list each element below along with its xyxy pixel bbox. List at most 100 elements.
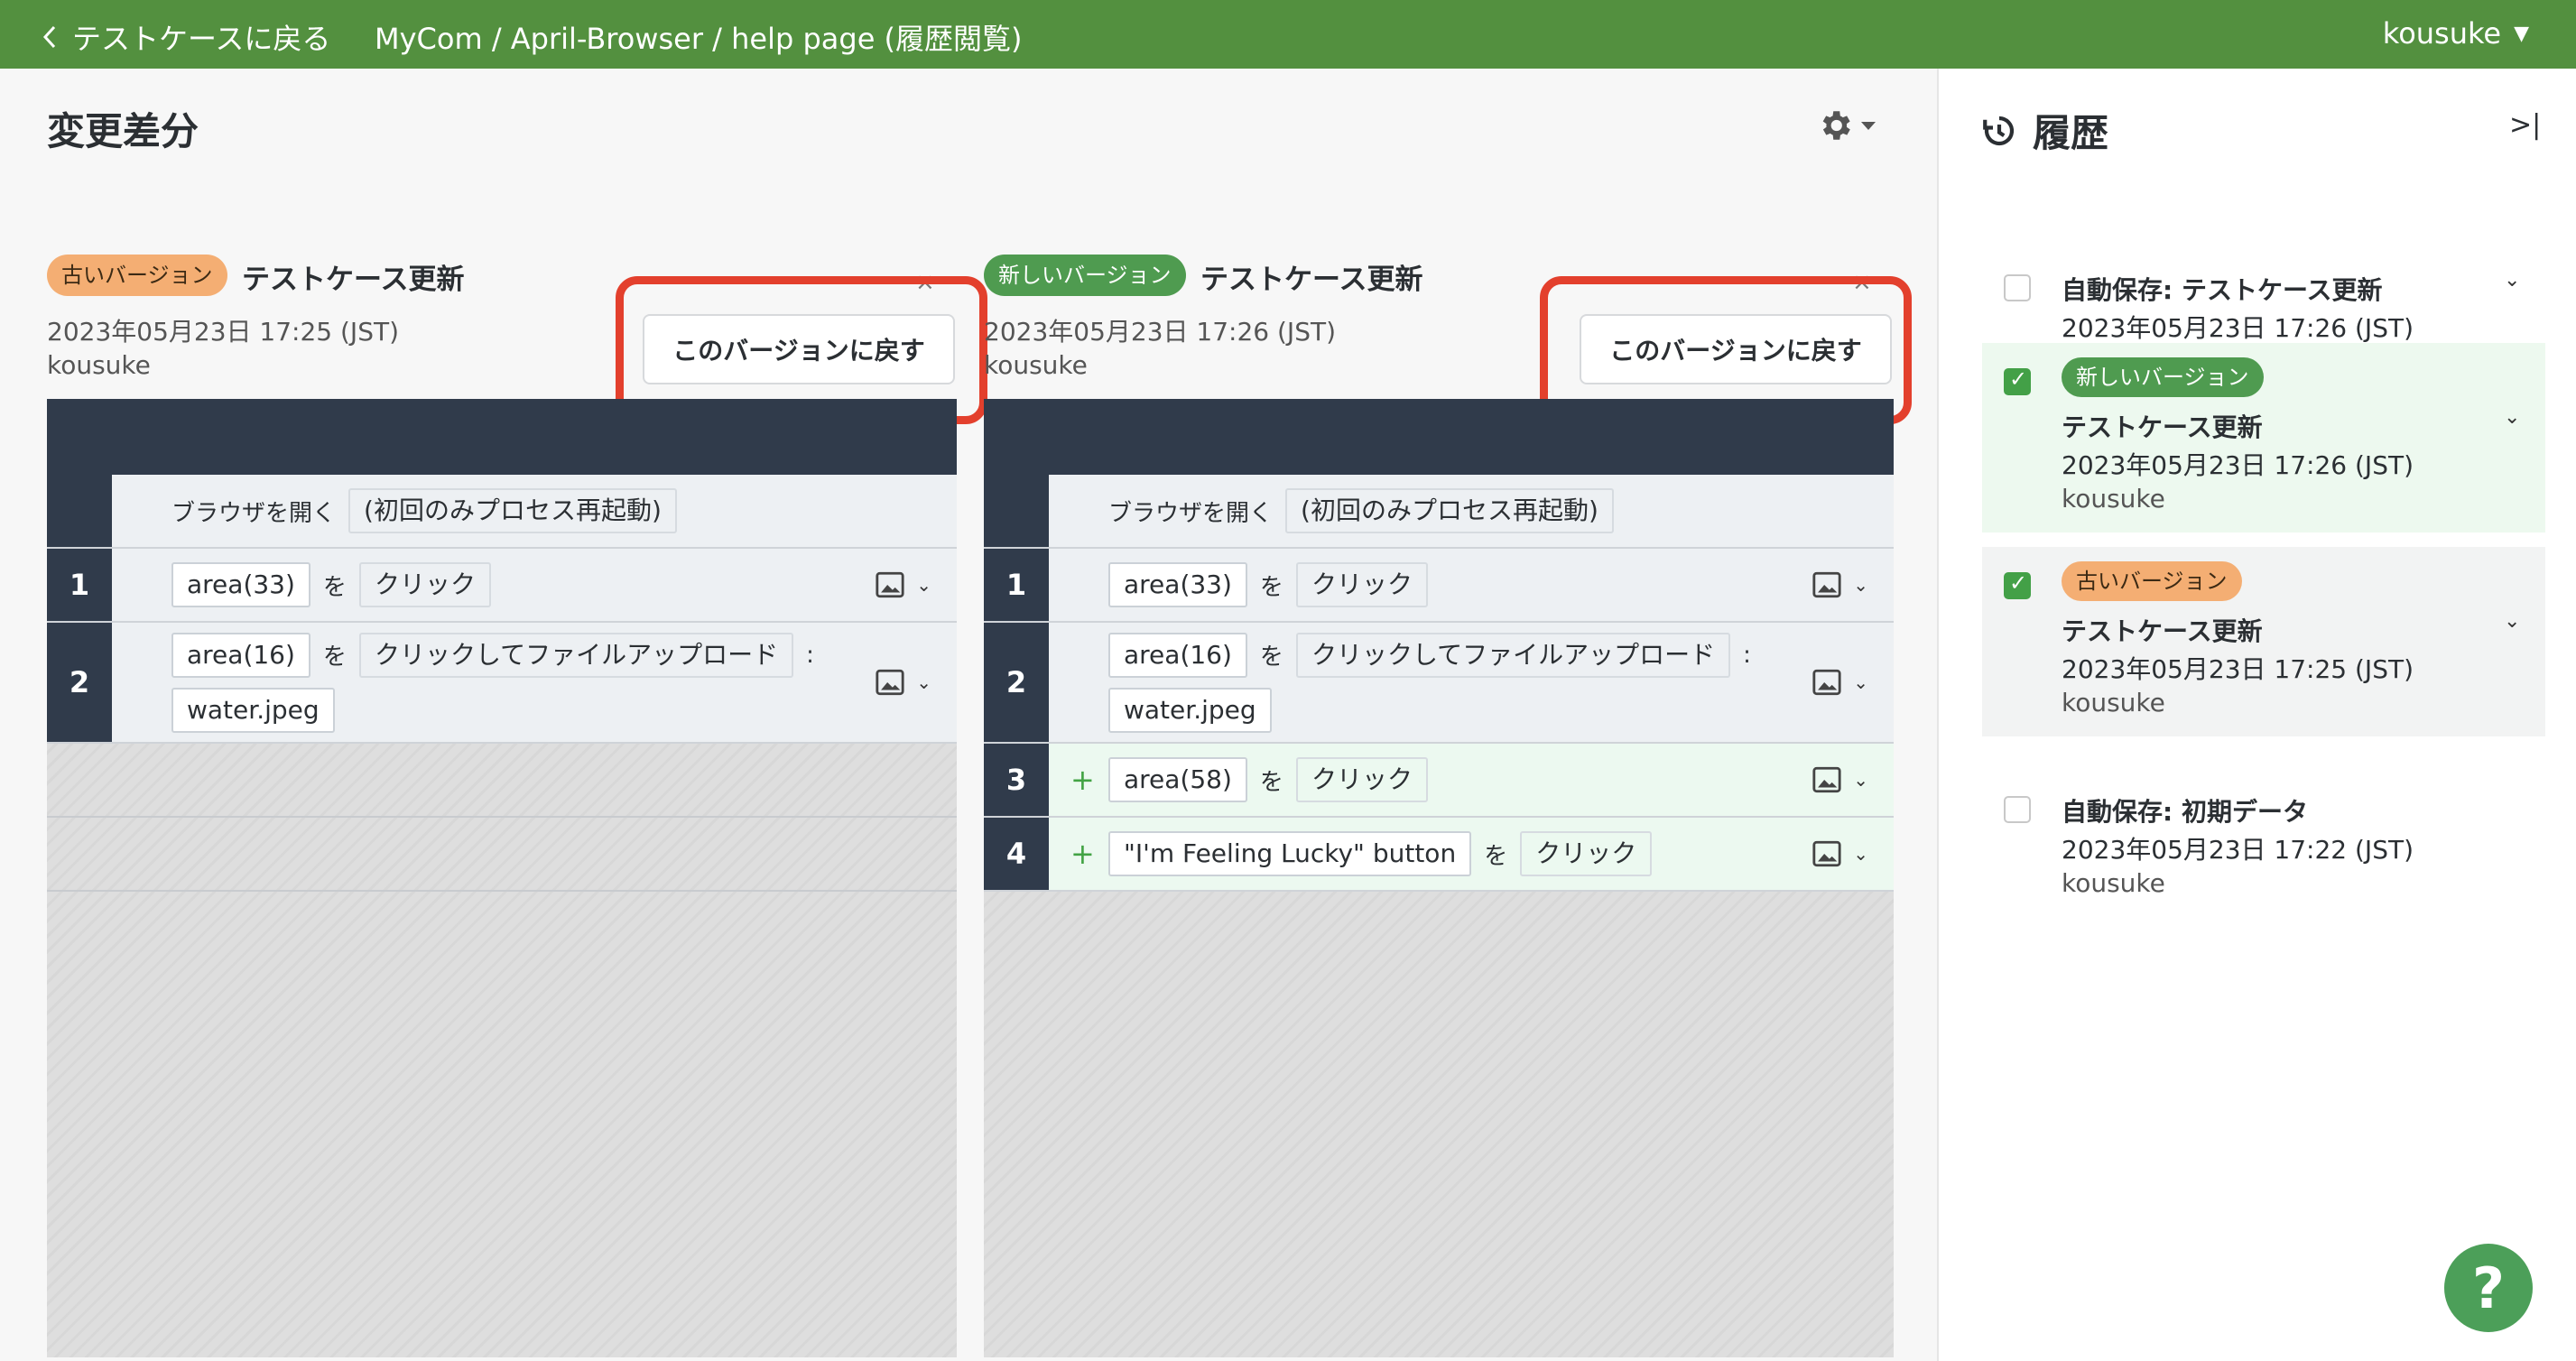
particle: を <box>1259 768 1283 796</box>
history-checkbox[interactable] <box>2004 570 2031 599</box>
settings-menu[interactable] <box>1816 106 1876 144</box>
plus-icon: + <box>1070 837 1095 871</box>
target-chip: area(16) <box>171 632 310 678</box>
table-row: 1 area(33) を クリック ⌄ <box>984 549 1894 623</box>
back-to-testcase-link[interactable]: テストケースに戻る <box>40 16 330 58</box>
topbar: テストケースに戻る MyCom / April-Browser / help p… <box>0 0 2576 69</box>
history-label: 履歴 <box>2033 111 2109 155</box>
step-param: (初回のみプロセス再起動) <box>1285 488 1614 533</box>
history-sidebar: 履歴 >| 自動保存: テストケース更新 2023年05月23日 17:26 (… <box>1937 69 2576 1361</box>
table-header <box>984 399 1894 475</box>
diff-main: 変更差分 古いバージョン テストケース更新 2023年05月23日 17:25 … <box>0 69 1937 1361</box>
history-date: 2023年05月23日 17:22 (JST) <box>2062 835 2414 865</box>
old-version-badge: 古いバージョン <box>47 255 227 296</box>
image-icon[interactable] <box>875 667 905 698</box>
chevron-down-icon[interactable]: ⌄ <box>916 671 931 693</box>
table-row: 1 area(33) を クリック ⌄ <box>47 549 957 623</box>
collapse-sidebar-icon[interactable]: >| <box>2509 109 2541 141</box>
close-icon[interactable]: × <box>1852 269 1872 296</box>
new-version-badge: 新しいバージョン <box>2062 357 2264 397</box>
particle: を <box>1259 643 1283 671</box>
history-item[interactable]: 自動保存: テストケース更新 2023年05月23日 17:26 (JST) k… <box>1982 195 2545 376</box>
gear-icon <box>1822 111 1850 140</box>
row-number: 3 <box>984 744 1049 816</box>
step-param: (初回のみプロセス再起動) <box>348 488 677 533</box>
panel-date: 2023年05月23日 17:25 (JST) <box>47 317 399 347</box>
target-chip: area(33) <box>171 562 310 607</box>
chevron-down-icon[interactable]: ⌄ <box>1853 843 1868 865</box>
close-icon[interactable]: × <box>915 269 935 296</box>
history-title-text: テストケース更新 <box>2062 412 2263 442</box>
file-chip: water.jpeg <box>171 687 335 733</box>
revert-version-button[interactable]: このバージョンに戻す <box>1580 314 1892 384</box>
row-number: 1 <box>47 549 112 621</box>
history-item[interactable]: 新しいバージョン テストケース更新 2023年05月23日 17:26 (JST… <box>1982 343 2545 532</box>
chevron-down-icon[interactable]: ⌄ <box>916 574 931 596</box>
action-chip: クリック <box>358 562 491 607</box>
image-icon[interactable] <box>1812 569 1842 600</box>
row-number: 1 <box>984 549 1049 621</box>
step-action: ブラウザを開く <box>171 499 337 527</box>
image-icon[interactable] <box>1812 764 1842 795</box>
particle: を <box>1259 573 1283 601</box>
revert-version-button[interactable]: このバージョンに戻す <box>643 314 955 384</box>
table-row: 2 area(16) を クリックしてファイルアップロード : water.jp… <box>47 623 957 744</box>
help-button[interactable]: ? <box>2444 1244 2533 1332</box>
history-date: 2023年05月23日 17:25 (JST) <box>2062 654 2414 684</box>
added-row: 4 + "I'm Feeling Lucky" button を クリック ⌄ <box>984 818 1894 892</box>
chevron-down-icon[interactable]: ⌄ <box>1853 671 1868 693</box>
history-title: 履歴 <box>1980 103 2108 158</box>
row-number <box>47 475 112 547</box>
plus-icon: + <box>1070 763 1095 797</box>
table-row: 2 area(16) を クリックしてファイルアップロード : water.jp… <box>984 623 1894 744</box>
action-chip: クリック <box>1295 757 1428 802</box>
target-chip: "I'm Feeling Lucky" button <box>1108 831 1472 876</box>
chevron-down-icon[interactable]: ⌄ <box>1853 574 1868 596</box>
target-chip: area(16) <box>1108 632 1247 678</box>
panel-title: テストケース更新 <box>242 264 465 296</box>
panel-date: 2023年05月23日 17:26 (JST) <box>984 317 1336 347</box>
back-label: テストケースに戻る <box>72 22 331 56</box>
row-number: 2 <box>47 623 112 742</box>
table-row: ブラウザを開く (初回のみプロセス再起動) <box>984 475 1894 549</box>
history-date: 2023年05月23日 17:26 (JST) <box>2062 450 2414 480</box>
target-chip: area(33) <box>1108 562 1247 607</box>
caret-down-icon: ▼ <box>2514 22 2529 45</box>
chevron-down-icon[interactable]: ⌄ <box>2504 269 2520 292</box>
chevron-down-icon[interactable]: ⌄ <box>2504 610 2520 633</box>
step-table: ブラウザを開く (初回のみプロセス再起動) 1 area(33) を クリック … <box>47 399 957 1357</box>
history-checkbox[interactable] <box>2004 366 2031 395</box>
panel-title: テストケース更新 <box>1200 264 1423 296</box>
new-version-badge: 新しいバージョン <box>984 255 1186 296</box>
step-action: ブラウザを開く <box>1108 499 1274 527</box>
history-title-text: テストケース更新 <box>2062 616 2263 646</box>
old-version-badge: 古いバージョン <box>2062 561 2242 601</box>
file-chip: water.jpeg <box>1108 687 1272 733</box>
history-checkbox[interactable] <box>2004 274 2031 301</box>
history-user: kousuke <box>2062 484 2165 514</box>
page-title: 変更差分 <box>47 109 199 153</box>
row-number: 4 <box>984 818 1049 890</box>
chevron-left-icon <box>42 25 56 49</box>
table-row: ブラウザを開く (初回のみプロセス再起動) <box>47 475 957 549</box>
separator: : <box>1743 641 1751 669</box>
history-title-text: 自動保存: 初期データ <box>2062 797 2308 827</box>
action-chip: クリック <box>1295 562 1428 607</box>
history-item[interactable]: 古いバージョン テストケース更新 2023年05月23日 17:25 (JST)… <box>1982 547 2545 736</box>
action-chip: クリックしてファイルアップロード <box>1295 632 1731 678</box>
separator: : <box>806 641 814 669</box>
caret-down-icon <box>1861 121 1876 130</box>
username: kousuke <box>2382 16 2502 51</box>
user-menu[interactable]: kousuke ▼ <box>2383 16 2529 51</box>
image-icon[interactable] <box>1812 838 1842 869</box>
image-icon[interactable] <box>875 569 905 600</box>
history-item[interactable]: 自動保存: 初期データ 2023年05月23日 17:22 (JST) kous… <box>1982 767 2545 939</box>
chevron-down-icon[interactable]: ⌄ <box>1853 769 1868 791</box>
history-checkbox[interactable] <box>2004 796 2031 823</box>
target-chip: area(58) <box>1108 757 1247 802</box>
empty-row <box>47 818 957 892</box>
panel-user: kousuke <box>984 350 1088 380</box>
chevron-down-icon[interactable]: ⌄ <box>2504 406 2520 429</box>
old-version-panel: 古いバージョン テストケース更新 2023年05月23日 17:25 (JST)… <box>47 186 987 1357</box>
image-icon[interactable] <box>1812 667 1842 698</box>
